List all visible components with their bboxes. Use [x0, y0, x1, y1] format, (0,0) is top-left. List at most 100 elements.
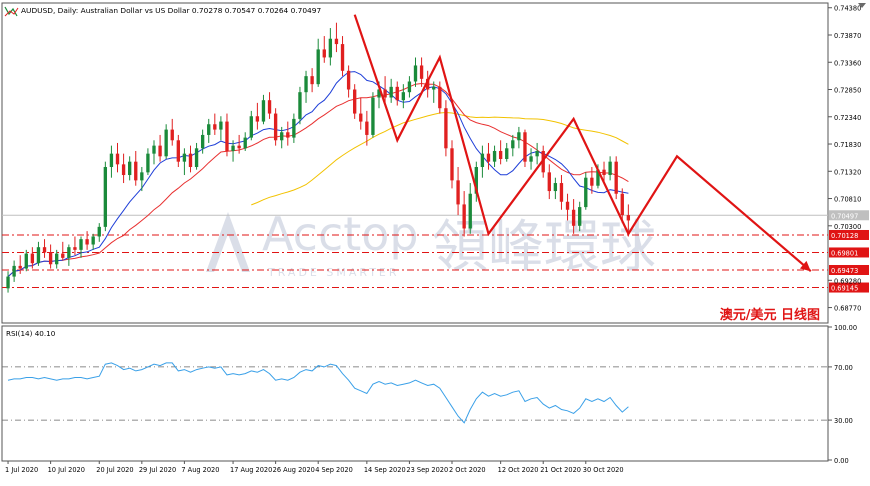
candle-body [559, 183, 564, 202]
chart-window: Acctop 領峰環球 TRADE SMARTER AUDUSD, Daily:… [0, 0, 870, 481]
candle-body [571, 209, 576, 226]
candle-body [340, 44, 345, 71]
candle-body [468, 193, 472, 229]
candle-body [419, 65, 424, 79]
candle-body [365, 121, 369, 135]
x-tick-label: 23 Sep 2020 [406, 466, 448, 474]
level-label: 0.69473 [831, 267, 858, 275]
candle-body [109, 153, 114, 168]
candle-body [480, 153, 485, 168]
rsi-label: RSI(14) 40.10 [6, 329, 56, 338]
candle-body [176, 140, 180, 162]
candle-body [498, 150, 503, 159]
candle-body [12, 265, 16, 277]
x-tick-label: 10 Jul 2020 [48, 466, 85, 474]
candle-body [237, 145, 241, 149]
candle-body [578, 207, 582, 226]
candle-body [213, 124, 217, 130]
candle-body [115, 153, 120, 165]
level-label: 0.69801 [831, 249, 858, 257]
candle-body [310, 76, 314, 85]
candle-body [401, 92, 406, 101]
candle-body [383, 89, 387, 98]
current-price-label: 0.70497 [831, 212, 858, 220]
candle-body [505, 148, 509, 159]
candle-body [438, 86, 442, 109]
candle-body [614, 161, 618, 194]
price-tick-label: 0.72340 [834, 114, 861, 122]
x-tick-label: 21 Oct 2020 [540, 466, 581, 474]
candle-body [219, 121, 223, 130]
candle-body [48, 252, 53, 265]
candle-body [407, 81, 412, 93]
x-tick-label: 30 Oct 2020 [583, 466, 624, 474]
candle-body [121, 164, 126, 176]
candle-body [18, 265, 22, 269]
candle-body [152, 145, 156, 154]
candle-body [243, 137, 247, 149]
x-tick-label: 12 Oct 2020 [498, 466, 539, 474]
candle-body [127, 161, 132, 176]
candle-body [444, 108, 448, 149]
rsi-tick-label: 30.00 [834, 417, 853, 425]
candle-body [298, 92, 302, 119]
chart-caption: 澳元/美元 日线图 [720, 307, 820, 323]
price-tick-label: 0.73870 [834, 32, 861, 40]
watermark-tagline: TRADE SMARTER [267, 266, 400, 279]
candle-body [450, 148, 454, 181]
candle-body [529, 156, 533, 162]
candle-body [584, 177, 588, 208]
candle-body [608, 161, 612, 176]
x-tick-label: 4 Sep 2020 [315, 466, 353, 474]
candle-body [194, 148, 199, 168]
candle-body [36, 247, 41, 264]
price-tick-label: 0.71320 [834, 168, 861, 176]
price-tick-label: 0.73360 [834, 59, 861, 67]
candle-body [462, 204, 466, 229]
candle-body [280, 132, 284, 141]
candle-body [42, 247, 47, 253]
candle-body [486, 153, 491, 162]
candle-body [24, 253, 28, 269]
candle-body [134, 161, 138, 181]
candle-body [492, 150, 497, 162]
candle-body [273, 113, 278, 141]
candle-body [346, 70, 351, 90]
x-tick-label: 2 Oct 2020 [449, 466, 486, 474]
candle-body [535, 150, 539, 157]
candle-body [334, 38, 339, 45]
candle-body [55, 253, 59, 265]
candle-body [182, 153, 187, 162]
chart-canvas: Acctop 領峰環球 TRADE SMARTER AUDUSD, Daily:… [0, 0, 870, 481]
price-tick-label: 0.68770 [834, 305, 861, 313]
rsi-tick-label: 100.00 [834, 324, 857, 332]
candle-body [231, 145, 235, 151]
price-tick-label: 0.69280 [834, 277, 861, 285]
candle-body [620, 193, 624, 216]
candle-body [67, 247, 71, 258]
candle-body [322, 49, 326, 58]
candle-body [267, 100, 272, 114]
candle-body [371, 97, 375, 135]
candle-body [432, 86, 436, 90]
level-label: 0.69145 [831, 285, 858, 293]
candle-body [6, 276, 10, 289]
candle-body [61, 253, 65, 258]
candle-body [286, 132, 290, 138]
candle-body [413, 65, 418, 82]
candle-body [304, 76, 308, 93]
level-label: 0.70128 [831, 232, 858, 240]
candle-body [200, 134, 205, 149]
x-tick-label: 14 Sep 2020 [364, 466, 406, 474]
candle-body [255, 116, 260, 122]
candle-body [328, 38, 333, 58]
candle-body [158, 145, 162, 157]
x-tick-label: 29 Jul 2020 [139, 466, 176, 474]
header: AUDUSD, Daily: Australian Dollar vs US D… [4, 6, 321, 17]
candle-body [91, 236, 95, 245]
candle-body [517, 132, 521, 141]
candle-body [626, 215, 631, 221]
candle-body [395, 86, 399, 101]
price-tick-label: 0.72850 [834, 87, 861, 95]
candle-body [261, 100, 266, 122]
